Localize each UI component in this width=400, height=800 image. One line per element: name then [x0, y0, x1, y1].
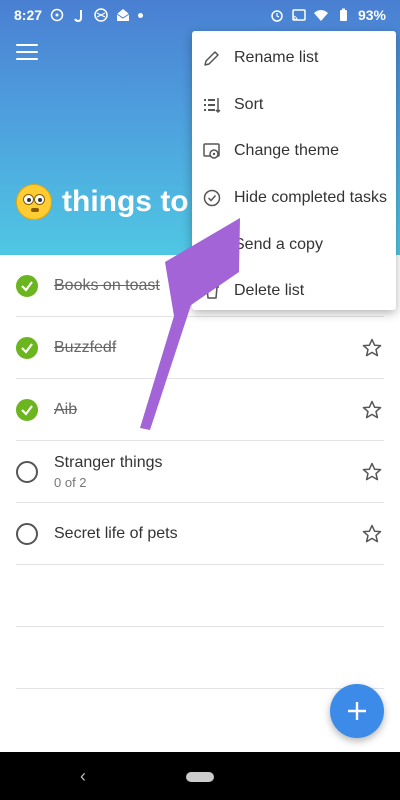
sort-icon [204, 97, 221, 113]
completed-checkbox[interactable] [16, 275, 38, 297]
task-text: Stranger things 0 of 2 [54, 454, 163, 490]
check-circle-icon [203, 189, 221, 207]
add-task-button[interactable] [330, 684, 384, 738]
star-icon[interactable] [362, 524, 382, 544]
plus-icon [348, 702, 366, 720]
star-icon[interactable] [362, 338, 382, 358]
whatsapp-icon [50, 8, 64, 22]
menu-item-label: Send a copy [234, 235, 323, 253]
task-title: Aib [54, 401, 78, 418]
alarm-icon [271, 10, 283, 22]
j-app-icon [74, 10, 83, 22]
star-icon[interactable] [362, 462, 382, 482]
task-title: Books on toast [54, 277, 160, 294]
list-title-text: things to [62, 185, 189, 218]
task-title: Stranger things [54, 454, 163, 471]
page-title[interactable]: things to [16, 184, 189, 220]
task-title: Secret life of pets [54, 525, 178, 542]
menu-item-hide-completed[interactable]: Hide completed tasks [192, 175, 396, 222]
menu-item-rename-list[interactable]: Rename list [192, 35, 396, 82]
hamburger-menu-button[interactable] [16, 44, 38, 62]
dot-icon [138, 12, 144, 18]
menu-item-change-theme[interactable]: Change theme [192, 128, 396, 175]
status-bar: 8:27 93% [0, 0, 400, 30]
menu-item-label: Sort [234, 95, 264, 113]
pencil-icon [204, 51, 219, 67]
task-row[interactable]: Stranger things 0 of 2 [0, 441, 400, 503]
task-text: Buzzfedf [54, 339, 116, 357]
status-time: 8:27 [14, 7, 43, 23]
checkmark-icon [21, 281, 33, 292]
menu-item-label: Change theme [234, 142, 339, 160]
menu-item-sort[interactable]: Sort [192, 82, 396, 129]
system-nav-bar: ‹ [0, 752, 400, 800]
theme-icon [203, 143, 220, 160]
task-text: Books on toast [54, 277, 160, 295]
task-text: Secret life of pets [54, 525, 178, 543]
empty-row [0, 565, 400, 627]
task-list: Books on toast Buzzfedf Aib Stranger thi… [0, 255, 400, 689]
menu-item-label: Hide completed tasks [234, 189, 387, 207]
task-row[interactable]: Buzzfedf [0, 317, 400, 379]
mail-icon [116, 9, 130, 21]
task-title: Buzzfedf [54, 339, 117, 356]
status-left-icons [50, 8, 144, 22]
battery-icon [339, 8, 347, 21]
menu-item-send-copy[interactable]: Send a copy [192, 221, 396, 268]
completed-checkbox[interactable] [16, 399, 38, 421]
flushed-face-emoji [16, 184, 52, 220]
task-row[interactable]: Aib [0, 379, 400, 441]
trash-icon [205, 283, 219, 300]
task-text: Aib [54, 401, 77, 419]
checkmark-icon [21, 405, 33, 416]
empty-row [0, 627, 400, 689]
list-options-menu: Rename list Sort Change theme Hide compl… [192, 31, 396, 310]
subtask-count: 0 of 2 [54, 475, 87, 490]
star-icon[interactable] [362, 400, 382, 420]
back-chevron-icon[interactable]: ‹ [80, 766, 86, 787]
menu-item-label: Rename list [234, 49, 319, 67]
battery-percent: 93% [357, 7, 386, 23]
settings-app-icon [94, 8, 108, 22]
menu-item-label: Delete list [234, 282, 305, 300]
cast-icon [292, 9, 306, 21]
task-checkbox[interactable] [16, 523, 38, 545]
wifi-icon [313, 10, 328, 21]
status-right: 93% [270, 7, 386, 23]
task-checkbox[interactable] [16, 461, 38, 483]
checkmark-icon [21, 343, 33, 354]
completed-checkbox[interactable] [16, 337, 38, 359]
task-row[interactable]: Secret life of pets [0, 503, 400, 565]
menu-item-delete-list[interactable]: Delete list [192, 268, 396, 315]
share-icon [205, 236, 219, 253]
home-pill-icon[interactable] [186, 772, 214, 782]
